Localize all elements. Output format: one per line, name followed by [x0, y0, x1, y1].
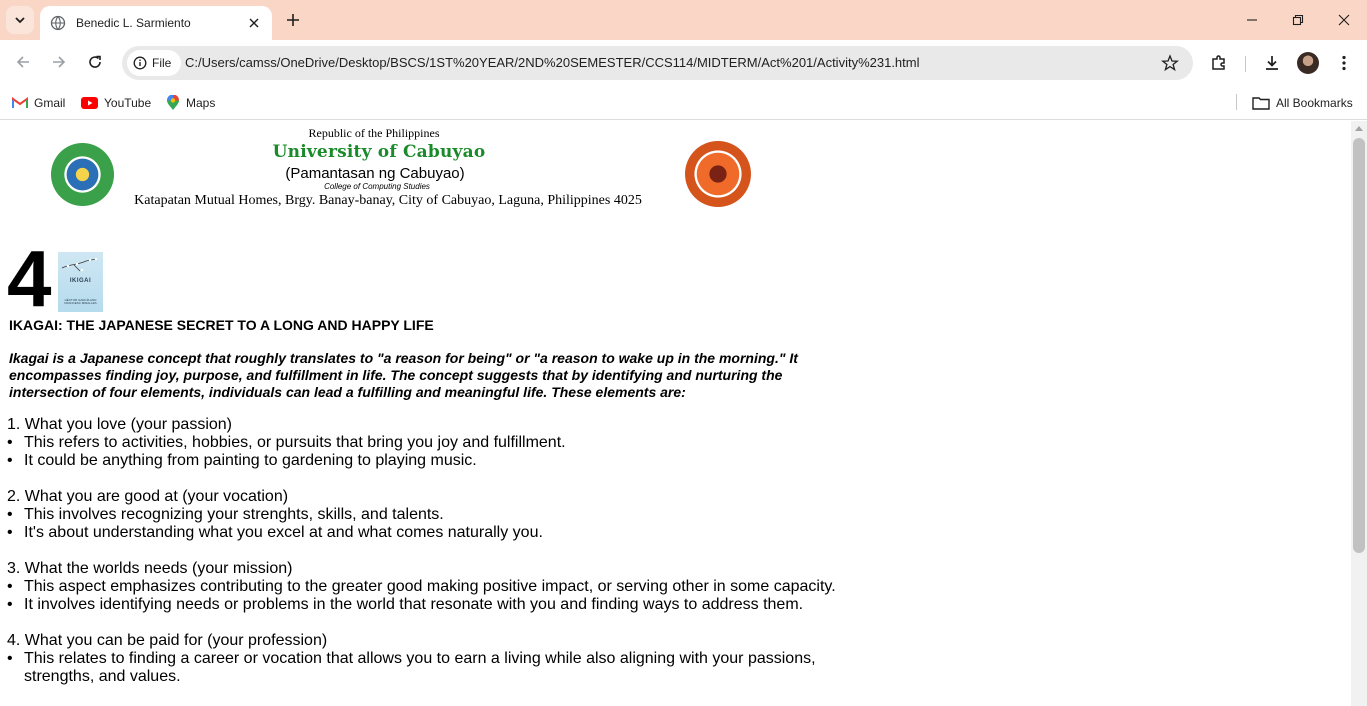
restore-icon — [1292, 14, 1304, 26]
bookmarks-bar: Gmail YouTube Maps All Bookmarks — [0, 86, 1367, 120]
arrow-left-icon — [16, 56, 29, 68]
more-vertical-icon — [1342, 55, 1346, 71]
gmail-icon — [12, 97, 28, 109]
tab-strip: Benedic L. Sarmiento — [0, 0, 1367, 40]
article-heading: IKAGAI: THE JAPANESE SECRET TO A LONG AN… — [9, 317, 434, 333]
cover-title: IKIGAI — [69, 278, 92, 284]
bookmark-label: Gmail — [34, 96, 66, 110]
download-icon — [1266, 56, 1278, 70]
page-viewport: Republic of the Philippines University o… — [0, 121, 1351, 706]
header-pamantasan: (Pamantasan ng Cabuyao) — [285, 165, 465, 182]
forward-button[interactable] — [45, 48, 73, 76]
restore-button[interactable] — [1275, 4, 1321, 36]
tab-search-button[interactable] — [6, 6, 34, 34]
bookmark-maps[interactable]: Maps — [166, 93, 215, 113]
downloads-button[interactable] — [1258, 49, 1286, 77]
header-college: College of Computing Studies — [324, 182, 430, 191]
ikigai-book-cover-image: IKIGAI HÉCTOR GARCÍA AND FRANCESC MIRALL… — [58, 252, 103, 312]
avatar — [1297, 52, 1319, 74]
all-bookmarks-button[interactable]: All Bookmarks — [1252, 93, 1353, 113]
bookmark-label: Maps — [186, 96, 216, 110]
close-tab-icon[interactable] — [246, 15, 262, 31]
cherry-branch-icon — [61, 257, 98, 272]
close-window-button[interactable] — [1321, 4, 1367, 36]
plus-icon — [287, 14, 299, 26]
section-title: 2. What you are good at (your vocation) — [7, 488, 289, 505]
list-item-text: This relates to finding a career or voca… — [24, 650, 816, 685]
chevron-down-icon — [15, 17, 25, 24]
header-university: University of Cabuyao — [272, 142, 486, 162]
list-item-text: It involves identifying needs or problem… — [24, 596, 804, 613]
address-bar[interactable]: File C:/Users/camss/OneDrive/Desktop/BSC… — [122, 46, 1193, 80]
article-intro: Ikagai is a Japanese concept that roughl… — [9, 350, 798, 400]
extensions-button[interactable] — [1205, 49, 1233, 77]
all-bookmarks-label: All Bookmarks — [1276, 96, 1353, 110]
college-seal-logo — [685, 141, 751, 207]
header-address: Katapatan Mutual Homes, Brgy. Banay-bana… — [134, 193, 642, 208]
globe-icon — [50, 15, 66, 31]
list-item-text: This aspect emphasizes contributing to t… — [24, 578, 836, 595]
youtube-icon — [81, 97, 98, 109]
bookmark-star-icon[interactable] — [1161, 54, 1179, 77]
reload-button[interactable] — [81, 48, 109, 76]
list-item-text: This involves recognizing your strenghts… — [24, 506, 444, 523]
maps-pin-icon — [166, 95, 180, 111]
vertical-scrollbar[interactable] — [1351, 121, 1367, 706]
section-title: 1. What you love (your passion) — [7, 416, 232, 433]
close-icon — [1338, 14, 1350, 26]
browser-tab[interactable]: Benedic L. Sarmiento — [40, 6, 272, 40]
tab-title: Benedic L. Sarmiento — [76, 16, 191, 30]
list-item-text: It's about understanding what you excel … — [24, 524, 543, 541]
cover-authors: HÉCTOR GARCÍA AND FRANCESC MIRALLES — [64, 298, 97, 305]
minimize-icon — [1247, 19, 1257, 21]
site-info-chip[interactable]: File — [127, 50, 182, 76]
back-button[interactable] — [9, 48, 37, 76]
header-republic: Republic of the Philippines — [308, 126, 440, 140]
site-info-label: File — [152, 56, 172, 70]
bookmarks-separator — [1236, 94, 1237, 110]
list-item-text: This refers to activities, hobbies, or p… — [24, 434, 566, 451]
scrollbar-thumb[interactable] — [1353, 138, 1365, 553]
section-title: 3. What the worlds needs (your mission) — [7, 560, 293, 577]
arrow-right-icon — [53, 56, 66, 68]
activity-number: 4 — [7, 234, 52, 323]
new-tab-button[interactable] — [281, 8, 305, 32]
bookmark-youtube[interactable]: YouTube — [81, 93, 151, 113]
bookmark-label: YouTube — [104, 96, 152, 110]
url-text[interactable]: C:/Users/camss/OneDrive/Desktop/BSCS/1ST… — [185, 55, 920, 70]
reload-icon — [89, 55, 101, 68]
menu-button[interactable] — [1330, 49, 1358, 77]
minimize-button[interactable] — [1229, 4, 1275, 36]
section-title: 4. What you can be paid for (your profes… — [7, 632, 328, 649]
profile-button[interactable] — [1294, 49, 1322, 77]
toolbar-separator — [1245, 56, 1246, 72]
folder-icon — [1252, 96, 1270, 110]
puzzle-icon — [1212, 55, 1225, 70]
bookmark-gmail[interactable]: Gmail — [12, 93, 65, 113]
browser-toolbar: File C:/Users/camss/OneDrive/Desktop/BSC… — [0, 40, 1367, 86]
info-icon — [133, 56, 147, 70]
list-item-text: It could be anything from painting to ga… — [24, 452, 477, 469]
scroll-up-arrow-icon[interactable] — [1355, 126, 1363, 131]
